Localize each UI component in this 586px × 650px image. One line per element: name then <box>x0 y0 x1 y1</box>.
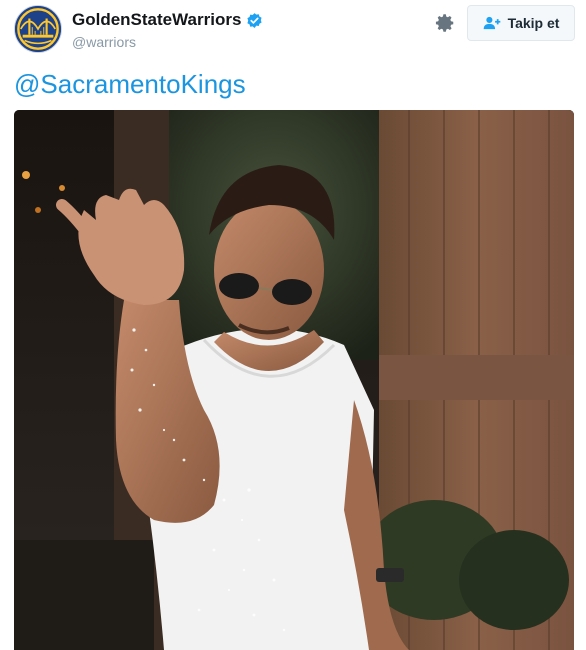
mention-link[interactable]: @SacramentoKings <box>14 69 246 99</box>
account-name[interactable]: GoldenStateWarriors <box>72 10 263 30</box>
tweet-card: GoldenStateWarriors @warriors Takip et @… <box>0 0 586 650</box>
account-avatar[interactable] <box>14 5 62 53</box>
salt-sprinkle-photo <box>14 110 574 650</box>
account-info: GoldenStateWarriors @warriors <box>72 10 263 50</box>
settings-gear-icon[interactable] <box>434 12 456 34</box>
warriors-logo-icon <box>15 6 61 52</box>
tweet-media-image[interactable] <box>14 110 574 650</box>
tweet-text: @SacramentoKings <box>14 68 246 100</box>
add-user-icon <box>483 16 500 30</box>
display-name-text[interactable]: GoldenStateWarriors <box>72 10 241 30</box>
follow-button-label: Takip et <box>507 15 560 31</box>
follow-button[interactable]: Takip et <box>467 5 575 41</box>
account-handle[interactable]: @warriors <box>72 34 263 50</box>
verified-badge-icon <box>247 12 262 28</box>
